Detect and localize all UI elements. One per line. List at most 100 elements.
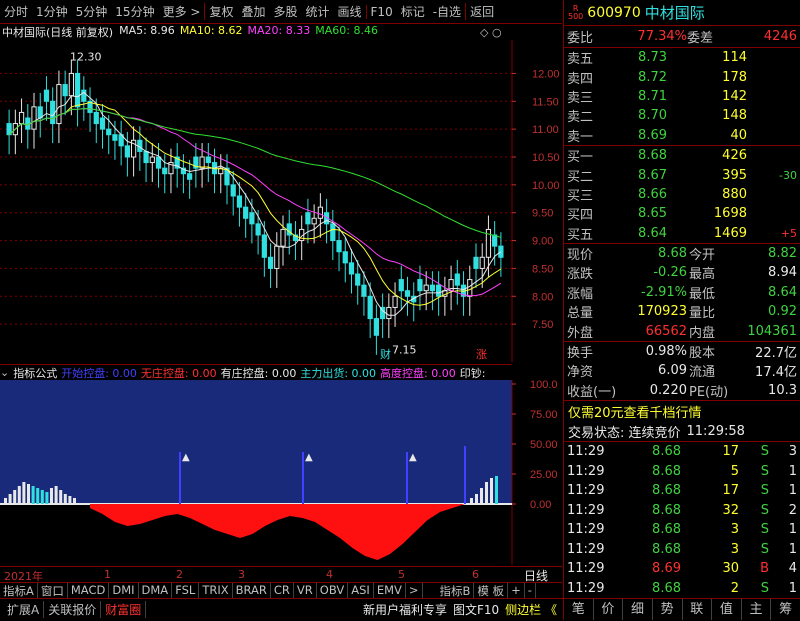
toolbar-item-13[interactable]: 返回: [465, 3, 498, 20]
candle-body: [124, 145, 131, 158]
indicator-tab[interactable]: 指标B: [437, 583, 475, 598]
candle-body: [274, 245, 280, 269]
tick-row: 11:29 8.68 3 S 1: [567, 522, 797, 538]
candle-body: [398, 279, 404, 292]
candle-body: [392, 295, 398, 308]
toolbar-item-9[interactable]: 画线: [334, 3, 366, 20]
ind-y-tick-label: 50.00: [530, 439, 558, 451]
candle-body: [230, 184, 236, 197]
indicator-tab[interactable]: ASI: [348, 583, 374, 598]
toolbar-item-7[interactable]: 多股: [269, 3, 301, 20]
quote-row: 现价 8.68 今开 8.82: [567, 246, 797, 264]
toolbar-item-3[interactable]: 15分钟: [111, 3, 158, 20]
bids-row: 买三 8.66 880: [567, 186, 747, 204]
toolbar-item-4[interactable]: 更多 >: [159, 3, 205, 20]
side-tab[interactable]: 值: [712, 599, 742, 620]
x-axis-label: 1: [104, 568, 111, 581]
promo-link[interactable]: 仅需20元查看千档行情: [564, 401, 800, 422]
toolbar-item-8[interactable]: 统计: [302, 3, 334, 20]
side-tab[interactable]: 笔: [564, 599, 594, 620]
candle-body: [243, 206, 249, 219]
indicator-bar: [54, 486, 58, 504]
indicator-bar: [59, 490, 63, 504]
indicator-tab[interactable]: MACD: [68, 583, 110, 598]
low-price-label: 7.15: [392, 344, 417, 357]
bottom-tab[interactable]: 扩展A: [3, 601, 45, 618]
toolbar-item-2[interactable]: 5分钟: [72, 3, 112, 20]
indicator-tab[interactable]: 窗口: [38, 583, 68, 598]
candle-body: [342, 251, 348, 264]
toolbar-item-5[interactable]: 复权: [204, 3, 237, 20]
indicator-tab[interactable]: CR: [271, 583, 294, 598]
chart-controls[interactable]: ◇ ○: [480, 26, 502, 39]
bottom-tab[interactable]: 关联报价: [44, 601, 102, 618]
y-tick-label: 11.50: [532, 96, 559, 108]
toolbar-item-11[interactable]: 标记: [397, 3, 429, 20]
side-tab[interactable]: 联: [683, 599, 713, 620]
indicator-param: 无庄控盘: 0.00: [140, 366, 217, 380]
indicator-tab[interactable]: -: [525, 583, 536, 598]
quote2-row: 换手 0.98% 股本 22.7亿: [567, 344, 797, 362]
indicator-tab[interactable]: DMI: [109, 583, 139, 598]
side-tab[interactable]: 细: [623, 599, 653, 620]
x-axis-label: 6: [472, 568, 479, 581]
indicator-bar: [45, 492, 49, 504]
candle-body: [355, 273, 361, 286]
candle-body: [187, 173, 193, 180]
indicator-tab[interactable]: +: [508, 583, 525, 598]
bottom-bar: 扩展A 关联报价 财富圈 新用户福利专享 图文F10 侧边栏 《: [0, 598, 563, 620]
candle-body: [305, 212, 311, 225]
asks-row: 卖二 8.70 148: [567, 108, 747, 126]
tick-row: 11:29 8.68 32 S 2: [567, 502, 797, 518]
asks-row: 卖四 8.72 178: [567, 69, 747, 87]
toolbar-item-10[interactable]: F10: [365, 4, 397, 19]
toolbar-item-6[interactable]: 叠加: [237, 3, 269, 20]
y-tick-label: 12.00: [532, 68, 560, 80]
candle-body: [143, 150, 149, 164]
weibi-row: 委比 77.34% 委差 4246: [564, 26, 800, 48]
quote-panel: R 500 600970 中材国际 委比 77.34% 委差 4246 卖五 8.7…: [563, 0, 800, 620]
indicator-param: 开始控盘: 0.00: [61, 366, 137, 380]
candle-body: [423, 284, 429, 292]
indicator-tab[interactable]: OBV: [317, 583, 349, 598]
side-tab[interactable]: 主: [742, 599, 772, 620]
bottom-link[interactable]: 新用户福利专享: [360, 601, 450, 618]
indicator-tab[interactable]: 模 板: [474, 583, 509, 598]
candle-body: [348, 262, 355, 275]
x-axis-label: 3: [238, 568, 245, 581]
candle-body: [236, 195, 243, 208]
side-tabs: 笔价细势联值主筹: [564, 598, 800, 620]
indicator-tab[interactable]: TRIX: [199, 583, 233, 598]
toolbar-item-1[interactable]: 1分钟: [32, 3, 72, 20]
bottom-link[interactable]: 侧边栏 《: [502, 601, 560, 618]
side-tab[interactable]: 筹: [771, 599, 800, 620]
tick-row: 11:29 8.69 30 B 4: [567, 561, 797, 577]
indicator-tab[interactable]: EMV: [374, 583, 406, 598]
indicator-tab[interactable]: DMA: [139, 583, 173, 598]
bid-book: 买一 8.68 426 买二 8.67 395 -30 买三 8.66 880 买四 8.65 1698…: [564, 146, 800, 244]
candle-body: [93, 111, 99, 125]
toolbar-item-0[interactable]: 分时: [0, 3, 32, 20]
candlestick-chart[interactable]: 12.00 11.50 11.00 10.50 10.00 9.50 9.00 8.50 8.0…: [0, 40, 562, 362]
y-tick-label: 11.00: [532, 124, 559, 136]
indicator-tab[interactable]: BRAR: [233, 583, 271, 598]
bottom-link[interactable]: 图文F10: [450, 601, 502, 618]
candle-body: [367, 295, 373, 320]
candle-body: [249, 212, 255, 225]
toolbar-item-12[interactable]: -自选: [429, 3, 465, 20]
ma-legend-item: MA5: 8.96: [119, 24, 175, 37]
indicator-toggle-icon[interactable]: ⌄: [0, 366, 9, 379]
indicator-tab[interactable]: VR: [294, 583, 317, 598]
bids-row: 买五 8.64 1469 +5: [567, 225, 797, 243]
indicator-bar: [27, 484, 30, 504]
indicator-tab[interactable]: FSL: [172, 583, 200, 598]
candle-body: [436, 284, 442, 297]
indicator-bar: [490, 478, 493, 504]
side-tab[interactable]: 价: [594, 599, 624, 620]
bottom-tab[interactable]: 财富圈: [101, 601, 147, 618]
indicator-chart[interactable]: 100.0 75.00 50.00 25.00 0.00 ▲ ▲ ▲: [0, 380, 562, 565]
side-tab[interactable]: 势: [653, 599, 683, 620]
indicator-tab[interactable]: 指标A: [0, 583, 38, 598]
ma-line: [8, 101, 502, 306]
indicator-tab[interactable]: >: [406, 583, 423, 598]
